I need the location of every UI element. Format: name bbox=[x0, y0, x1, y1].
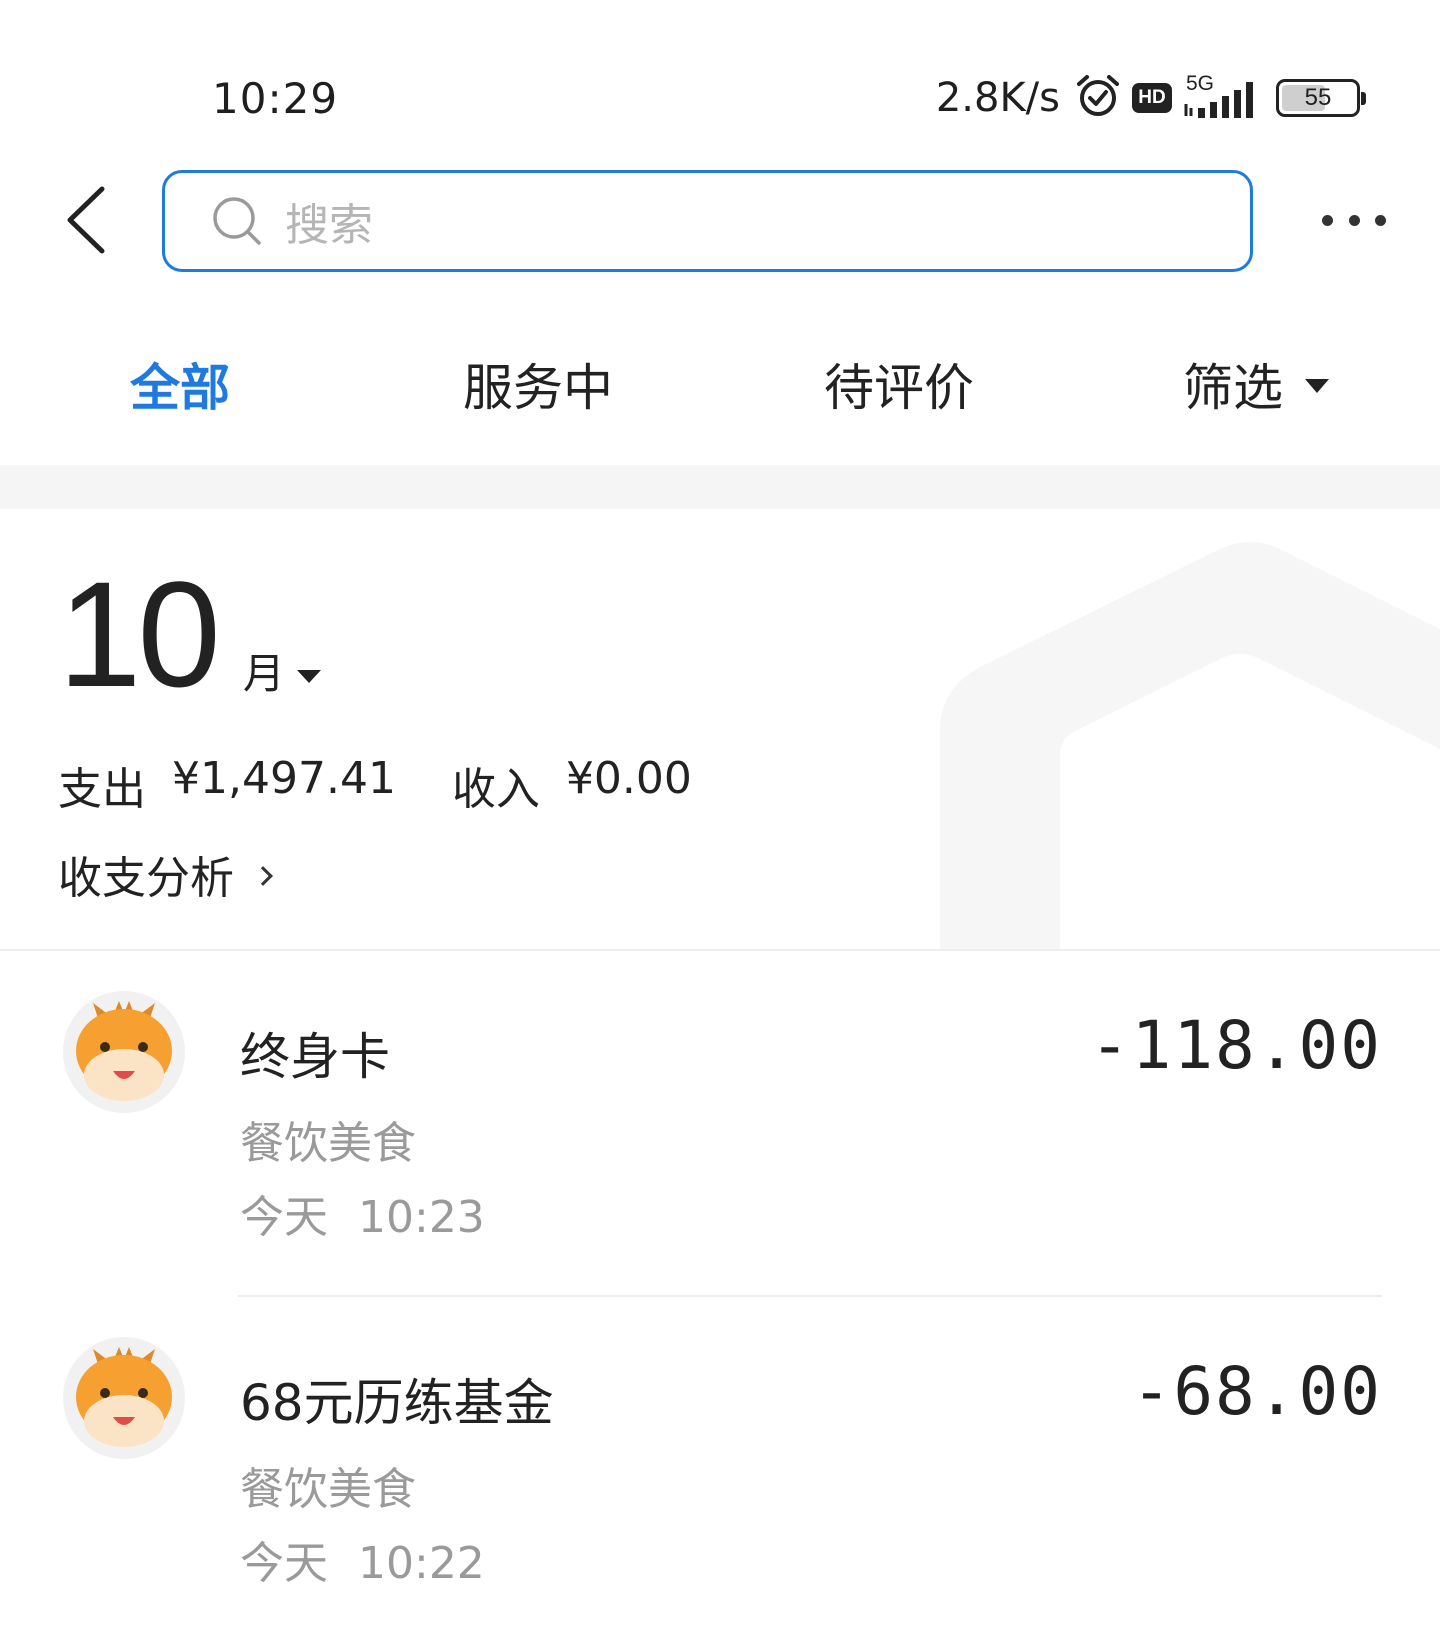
transaction-title: 终身卡 bbox=[240, 1028, 390, 1086]
top-nav: 搜索 bbox=[0, 150, 1440, 290]
transaction-day: 今天 bbox=[240, 1538, 328, 1589]
analysis-label: 收支分析 bbox=[58, 853, 234, 904]
status-time: 10:29 bbox=[212, 74, 339, 123]
more-button[interactable] bbox=[1322, 190, 1386, 250]
hd-icon: HD bbox=[1132, 83, 1172, 113]
transaction-list: 终身卡 餐饮美食 今天 10:23 -118.00 68元历练基金 餐饮美食 今天 bbox=[0, 951, 1440, 1637]
month-number: 10 bbox=[58, 550, 221, 718]
alarm-icon bbox=[1074, 72, 1122, 124]
merchant-avatar bbox=[63, 1337, 185, 1459]
income-amount: ¥0.00 bbox=[565, 753, 692, 804]
transaction-day: 今天 bbox=[240, 1192, 328, 1243]
search-icon bbox=[213, 197, 261, 245]
transaction-amount: -68.00 bbox=[1131, 1353, 1382, 1430]
filter-tabs: 全部 服务中 待评价 筛选 bbox=[0, 290, 1440, 465]
status-bar: 10:29 2.8K/s HD 5G 55 bbox=[0, 0, 1440, 150]
tab-all[interactable]: 全部 bbox=[130, 348, 230, 420]
transaction-time: 今天 10:22 bbox=[240, 1527, 485, 1591]
analysis-link[interactable]: 收支分析 bbox=[58, 842, 273, 906]
filter-label: 筛选 bbox=[1183, 359, 1283, 417]
transaction-item[interactable]: 68元历练基金 餐饮美食 今天 10:22 -68.00 bbox=[0, 1297, 1440, 1637]
status-icons: 2.8K/s HD 5G 55 bbox=[935, 72, 1366, 124]
search-placeholder: 搜索 bbox=[285, 200, 373, 251]
transaction-time: 今天 10:23 bbox=[240, 1181, 485, 1245]
battery-level: 55 bbox=[1304, 84, 1332, 111]
expense-label: 支出 bbox=[58, 764, 146, 815]
net-speed: 2.8K/s bbox=[935, 75, 1060, 121]
transaction-clock: 10:23 bbox=[358, 1192, 485, 1243]
background-watermark-icon bbox=[940, 542, 1440, 949]
transaction-clock: 10:22 bbox=[358, 1538, 485, 1589]
signal-icon: 5G bbox=[1182, 72, 1266, 122]
battery-icon: 55 bbox=[1276, 79, 1366, 117]
cow-mascot-icon bbox=[76, 1347, 172, 1447]
expense-amount: ¥1,497.41 bbox=[172, 753, 396, 804]
month-unit: 月 bbox=[242, 649, 285, 698]
merchant-avatar bbox=[63, 991, 185, 1113]
caret-down-icon bbox=[1305, 379, 1329, 393]
transaction-title: 68元历练基金 bbox=[240, 1374, 554, 1432]
month-selector[interactable]: 10 月 bbox=[58, 559, 321, 709]
tab-in-service[interactable]: 服务中 bbox=[463, 348, 613, 420]
more-icon-dot bbox=[1322, 214, 1333, 226]
more-icon-dot bbox=[1375, 214, 1386, 226]
tab-to-review[interactable]: 待评价 bbox=[824, 348, 974, 420]
month-totals: 支出 ¥1,497.41 收入 ¥0.00 bbox=[58, 753, 748, 817]
transaction-amount: -118.00 bbox=[1089, 1007, 1382, 1084]
month-summary: 10 月 支出 ¥1,497.41 收入 ¥0.00 收支分析 bbox=[0, 509, 1440, 949]
income-label: 收入 bbox=[451, 764, 540, 815]
transaction-item[interactable]: 终身卡 餐饮美食 今天 10:23 -118.00 bbox=[0, 951, 1440, 1297]
caret-down-icon bbox=[296, 670, 321, 683]
section-divider bbox=[0, 465, 1440, 509]
tab-filter[interactable]: 筛选 bbox=[1183, 348, 1329, 420]
transaction-category: 餐饮美食 bbox=[240, 1464, 416, 1515]
search-input[interactable]: 搜索 bbox=[162, 170, 1253, 272]
back-button[interactable] bbox=[58, 180, 114, 260]
back-icon bbox=[67, 186, 105, 254]
cow-mascot-icon bbox=[76, 1001, 172, 1101]
more-icon-dot bbox=[1348, 214, 1360, 226]
transaction-category: 餐饮美食 bbox=[240, 1118, 416, 1169]
chevron-right-icon bbox=[253, 866, 273, 886]
